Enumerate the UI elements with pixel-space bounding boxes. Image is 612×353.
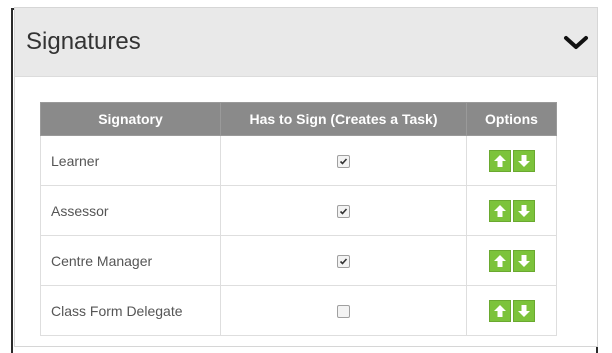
header-signatory: Signatory	[40, 102, 221, 136]
has-to-sign-checkbox[interactable]	[337, 205, 350, 219]
move-down-button[interactable]	[512, 149, 535, 172]
table-header-row: Signatory Has to Sign (Creates a Task) O…	[40, 102, 557, 136]
move-up-button[interactable]	[488, 149, 511, 172]
options-cell	[466, 135, 557, 186]
move-down-button[interactable]	[512, 199, 535, 222]
has-to-sign-cell	[220, 285, 467, 336]
move-down-button[interactable]	[512, 299, 535, 322]
has-to-sign-cell	[220, 135, 467, 186]
arrow-down-icon	[517, 254, 530, 267]
table-row: Assessor	[40, 185, 557, 236]
move-up-button[interactable]	[488, 299, 511, 322]
arrow-up-icon	[493, 304, 506, 317]
arrow-down-icon	[517, 154, 530, 167]
checkmark-icon	[339, 158, 348, 165]
options-cell	[466, 235, 557, 286]
has-to-sign-cell	[220, 235, 467, 286]
has-to-sign-checkbox[interactable]	[337, 255, 350, 269]
panel-title: Signatures	[26, 28, 141, 55]
has-to-sign-checkbox[interactable]	[337, 305, 350, 319]
table-row: Centre Manager	[40, 235, 557, 286]
signatory-name: Learner	[40, 135, 221, 186]
move-up-button[interactable]	[488, 249, 511, 272]
signatories-table: Signatory Has to Sign (Creates a Task) O…	[40, 102, 557, 336]
move-down-button[interactable]	[512, 249, 535, 272]
options-cell	[466, 285, 557, 336]
table-row: Class Form Delegate	[40, 285, 557, 336]
has-to-sign-cell	[220, 185, 467, 236]
panel-header[interactable]: Signatures	[15, 8, 597, 77]
has-to-sign-checkbox[interactable]	[337, 155, 350, 169]
options-cell	[466, 185, 557, 236]
table-row: Learner	[40, 135, 557, 186]
arrow-down-icon	[517, 204, 530, 217]
signatory-name: Assessor	[40, 185, 221, 236]
signatory-name: Centre Manager	[40, 235, 221, 286]
arrow-up-icon	[493, 204, 506, 217]
arrow-up-icon	[493, 154, 506, 167]
chevron-down-icon[interactable]	[563, 34, 589, 52]
move-up-button[interactable]	[488, 199, 511, 222]
arrow-up-icon	[493, 254, 506, 267]
header-options: Options	[466, 102, 557, 136]
header-has-to-sign: Has to Sign (Creates a Task)	[220, 102, 467, 136]
arrow-down-icon	[517, 304, 530, 317]
checkmark-icon	[339, 258, 348, 265]
checkmark-icon	[339, 208, 348, 215]
signatory-name: Class Form Delegate	[40, 285, 221, 336]
